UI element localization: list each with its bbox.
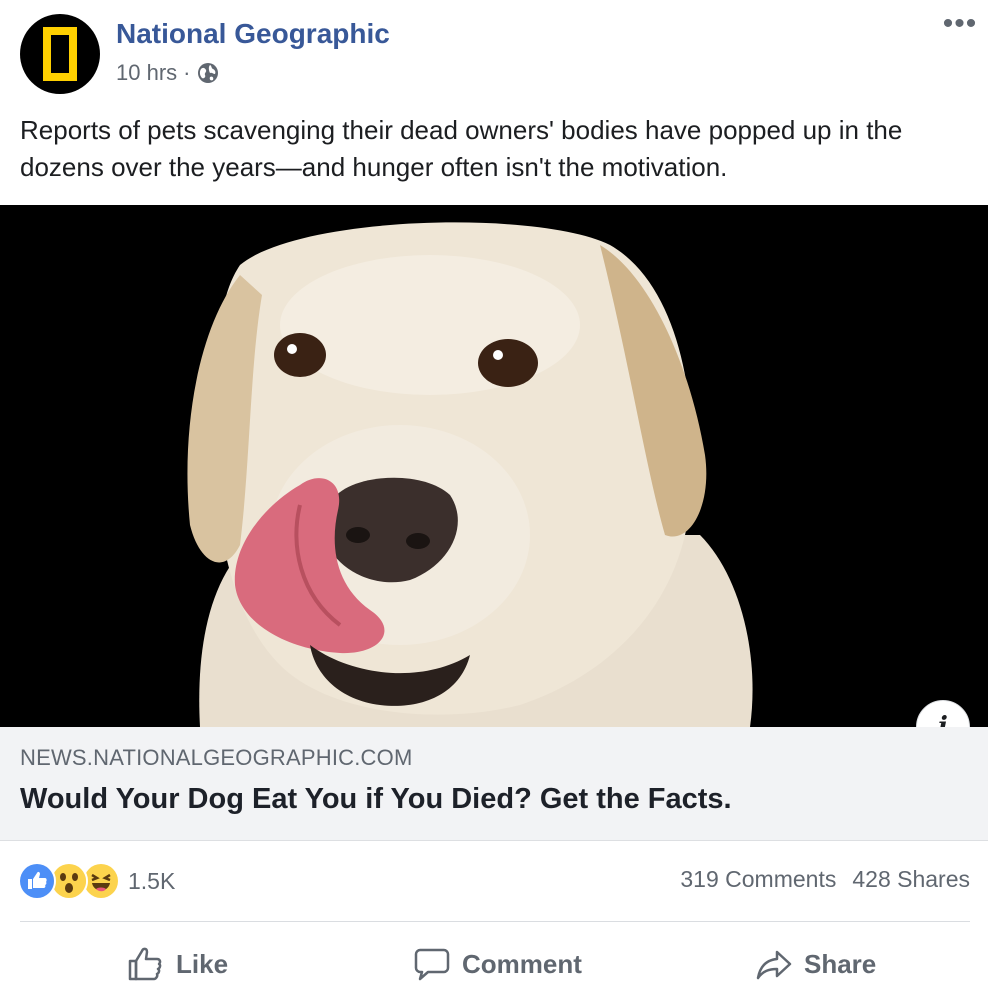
post-meta: 10 hrs · (116, 58, 220, 88)
share-label: Share (804, 948, 877, 979)
comment-button[interactable]: Comment (414, 940, 582, 988)
reaction-summary[interactable]: 1.5K (18, 862, 175, 900)
link-preview-image[interactable] (0, 205, 988, 727)
comment-icon (414, 946, 450, 982)
link-domain: NEWS.NATIONALGEOGRAPHIC.COM (20, 745, 413, 770)
reaction-count: 1.5K (128, 867, 176, 894)
dog-photo (0, 205, 988, 727)
globe-icon[interactable] (196, 61, 220, 85)
page-avatar[interactable] (20, 14, 100, 94)
post-timestamp[interactable]: 10 hrs (116, 60, 177, 86)
like-icon (18, 862, 56, 900)
divider (20, 921, 970, 922)
meta-separator: · (183, 60, 191, 85)
link-title[interactable]: Would Your Dog Eat You if You Died? Get … (20, 783, 732, 816)
link-preview-box[interactable]: NEWS.NATIONALGEOGRAPHIC.COM Would Your D… (0, 727, 988, 841)
comments-count-link[interactable]: 319 Comments (680, 866, 836, 893)
shares-count-link[interactable]: 428 Shares (852, 866, 970, 893)
like-label: Like (176, 948, 229, 979)
feed-post: National Geographic 10 hrs · ••• Reports… (0, 0, 988, 1000)
page-name-link[interactable]: National Geographic (116, 18, 390, 50)
comment-label: Comment (462, 948, 582, 979)
more-options-button[interactable]: ••• (940, 9, 980, 44)
like-button[interactable]: Like (126, 940, 228, 988)
natgeo-logo (43, 27, 77, 81)
share-button[interactable]: Share (756, 940, 876, 988)
thumbs-up-icon (126, 945, 164, 983)
share-arrow-icon (756, 946, 792, 982)
engagement-counts: 319 Comments 428 Shares (680, 866, 970, 893)
post-text: Reports of pets scavenging their dead ow… (20, 115, 903, 182)
